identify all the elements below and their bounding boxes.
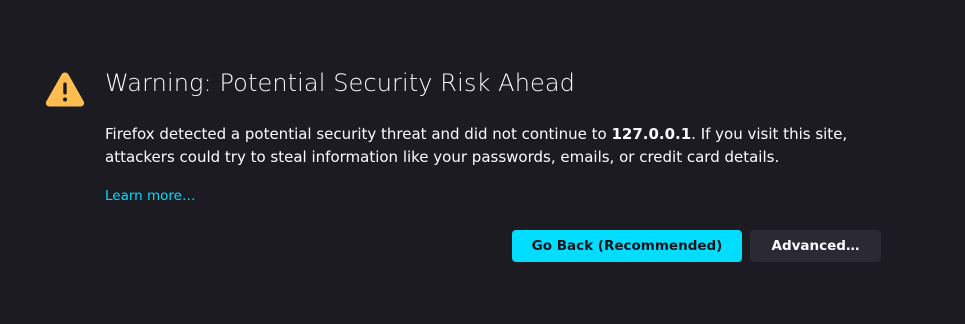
warning-triangle-icon	[45, 72, 85, 107]
description-text-start: Firefox detected a potential security th…	[105, 125, 612, 143]
host-name: 127.0.0.1	[611, 125, 692, 143]
page-title: Warning: Potential Security Risk Ahead	[105, 69, 576, 97]
error-description: Firefox detected a potential security th…	[105, 123, 885, 169]
advanced-button[interactable]: Advanced…	[750, 230, 881, 262]
learn-more-link[interactable]: Learn more…	[105, 188, 196, 204]
go-back-button[interactable]: Go Back (Recommended)	[512, 230, 742, 262]
error-page: Warning: Potential Security Risk Ahead F…	[0, 0, 965, 324]
